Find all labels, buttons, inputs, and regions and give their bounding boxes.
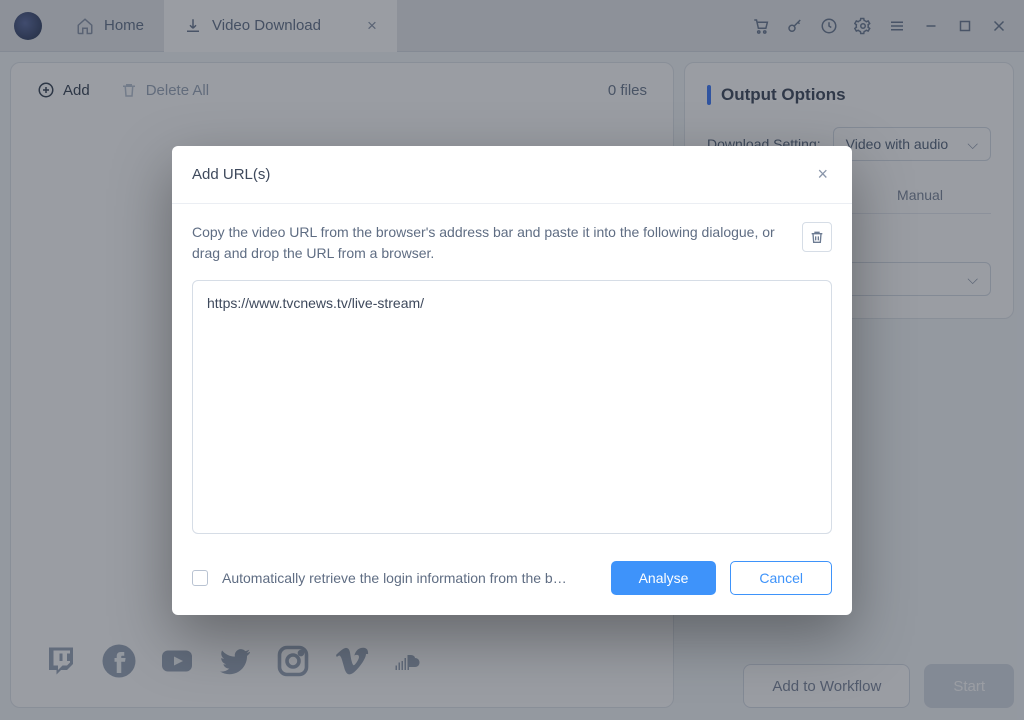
modal-instruction: Copy the video URL from the browser's ad… (192, 222, 788, 264)
add-url-modal: Add URL(s) × Copy the video URL from the… (172, 146, 852, 615)
auto-login-checkbox[interactable] (192, 570, 208, 586)
auto-login-label: Automatically retrieve the login informa… (222, 570, 597, 586)
modal-title: Add URL(s) (192, 166, 270, 183)
trash-icon (809, 229, 825, 245)
close-icon[interactable]: × (813, 160, 832, 189)
clear-urls-button[interactable] (802, 222, 832, 252)
modal-footer: Automatically retrieve the login informa… (192, 561, 832, 595)
modal-header: Add URL(s) × (172, 146, 852, 204)
cancel-button[interactable]: Cancel (730, 561, 832, 595)
modal-body: Copy the video URL from the browser's ad… (172, 204, 852, 615)
url-input[interactable]: https://www.tvcnews.tv/live-stream/ (192, 280, 832, 534)
analyse-button[interactable]: Analyse (611, 561, 717, 595)
